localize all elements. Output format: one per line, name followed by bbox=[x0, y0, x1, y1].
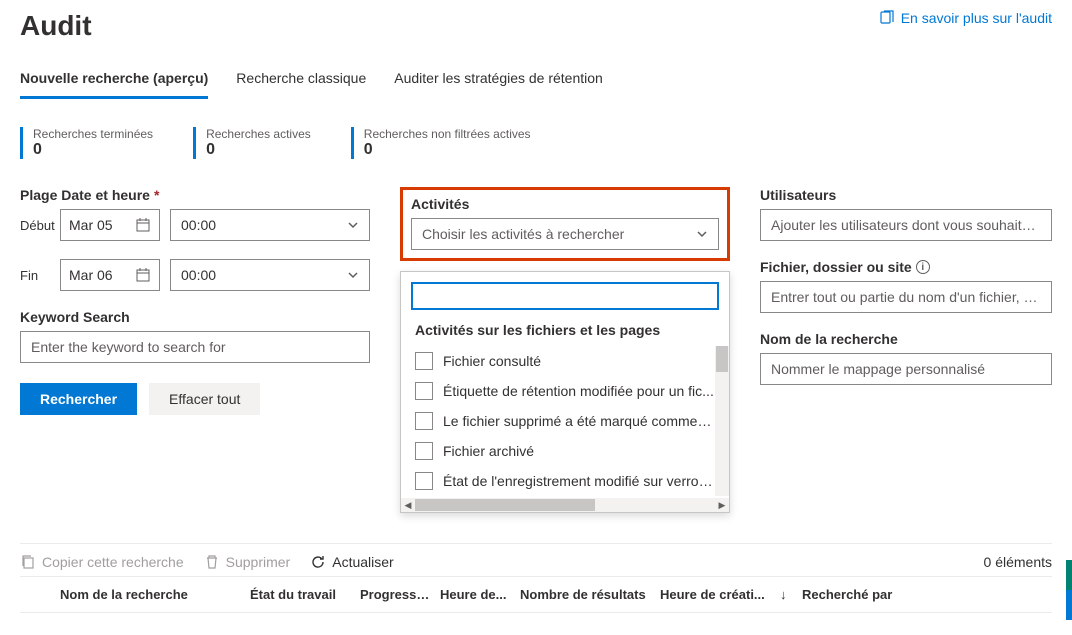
th-searched-by[interactable]: Recherché par bbox=[802, 587, 1052, 602]
activity-option[interactable]: Fichier archivé bbox=[415, 436, 715, 466]
activity-option[interactable]: État de l'enregistrement modifié sur ver… bbox=[415, 466, 715, 496]
item-count: 0 éléments bbox=[984, 554, 1052, 570]
feedback-tab[interactable] bbox=[1066, 560, 1072, 590]
search-name-label: Nom de la recherche bbox=[760, 331, 1052, 347]
calendar-icon bbox=[135, 217, 151, 233]
info-icon[interactable]: i bbox=[916, 260, 930, 274]
learn-icon bbox=[879, 10, 895, 26]
tab-retention[interactable]: Auditer les stratégies de rétention bbox=[394, 62, 603, 99]
stat-completed: Recherches terminées 0 bbox=[20, 127, 153, 159]
stat-active-value: 0 bbox=[206, 141, 311, 159]
learn-more-text: En savoir plus sur l'audit bbox=[901, 10, 1052, 26]
activity-option[interactable]: Le fichier supprimé a été marqué comme e… bbox=[415, 406, 715, 436]
tab-bar: Nouvelle recherche (aperçu) Recherche cl… bbox=[20, 62, 1052, 99]
checkbox[interactable] bbox=[415, 382, 433, 400]
stat-active: Recherches actives 0 bbox=[193, 127, 311, 159]
learn-more-link[interactable]: En savoir plus sur l'audit bbox=[879, 10, 1052, 26]
copy-search-button[interactable]: Copier cette recherche bbox=[20, 554, 184, 570]
refresh-icon bbox=[310, 554, 326, 570]
keyword-label: Keyword Search bbox=[20, 309, 370, 325]
file-input[interactable]: Entrer tout ou partie du nom d'un fichie… bbox=[760, 281, 1052, 313]
activities-filter-input[interactable] bbox=[411, 282, 719, 310]
end-time-input[interactable]: 00:00 bbox=[170, 259, 370, 291]
th-state[interactable]: État du travail bbox=[250, 587, 350, 602]
chevron-down-icon bbox=[347, 219, 359, 231]
th-created[interactable]: Heure de créati... bbox=[660, 587, 770, 602]
search-name-input[interactable] bbox=[760, 353, 1052, 385]
stat-completed-value: 0 bbox=[33, 141, 153, 159]
daterange-label: Plage Date et heure* bbox=[20, 187, 370, 203]
chevron-down-icon bbox=[347, 269, 359, 281]
activities-popup: Activités sur les fichiers et les pages … bbox=[400, 271, 730, 513]
delete-button[interactable]: Supprimer bbox=[204, 554, 291, 570]
scroll-left-icon[interactable]: ◀ bbox=[401, 498, 415, 512]
start-label: Début bbox=[20, 218, 50, 233]
table-header: Nom de la recherche État du travail Prog… bbox=[20, 576, 1052, 613]
copy-icon bbox=[20, 554, 36, 570]
trash-icon bbox=[204, 554, 220, 570]
stat-completed-label: Recherches terminées bbox=[33, 127, 153, 141]
end-date-input[interactable]: Mar 06 bbox=[60, 259, 160, 291]
clear-button[interactable]: Effacer tout bbox=[149, 383, 260, 415]
activities-label: Activités bbox=[411, 196, 719, 212]
activities-highlight: Activités Choisir les activités à recher… bbox=[400, 187, 730, 261]
th-results[interactable]: Nombre de résultats bbox=[520, 587, 650, 602]
calendar-icon bbox=[135, 267, 151, 283]
checkbox[interactable] bbox=[415, 442, 433, 460]
stat-unfiltered-value: 0 bbox=[364, 141, 531, 159]
sort-down-icon[interactable]: ↓ bbox=[780, 587, 792, 602]
stat-unfiltered: Recherches non filtrées actives 0 bbox=[351, 127, 531, 159]
vertical-scrollbar[interactable] bbox=[715, 346, 729, 496]
th-time[interactable]: Heure de... bbox=[440, 587, 510, 602]
feedback-tab-2[interactable] bbox=[1066, 590, 1072, 620]
activities-dropdown[interactable]: Choisir les activités à rechercher bbox=[411, 218, 719, 250]
start-time-input[interactable]: 00:00 bbox=[170, 209, 370, 241]
search-button[interactable]: Rechercher bbox=[20, 383, 137, 415]
scroll-right-icon[interactable]: ▶ bbox=[715, 498, 729, 512]
checkbox[interactable] bbox=[415, 472, 433, 490]
refresh-button[interactable]: Actualiser bbox=[310, 554, 393, 570]
keyword-input[interactable] bbox=[20, 331, 370, 363]
page-title: Audit bbox=[20, 10, 92, 42]
stat-unfiltered-label: Recherches non filtrées actives bbox=[364, 127, 531, 141]
chevron-down-icon bbox=[696, 228, 708, 240]
activity-option[interactable]: Fichier consulté bbox=[415, 346, 715, 376]
users-label: Utilisateurs bbox=[760, 187, 1052, 203]
activities-group-label: Activités sur les fichiers et les pages bbox=[401, 322, 729, 346]
file-label: Fichier, dossier ou site i bbox=[760, 259, 1052, 275]
th-name[interactable]: Nom de la recherche bbox=[60, 587, 240, 602]
tab-classic-search[interactable]: Recherche classique bbox=[236, 62, 366, 99]
th-progress[interactable]: Progressi... bbox=[360, 587, 430, 602]
end-label: Fin bbox=[20, 268, 50, 283]
checkbox[interactable] bbox=[415, 352, 433, 370]
tab-new-search[interactable]: Nouvelle recherche (aperçu) bbox=[20, 62, 208, 99]
users-input[interactable]: Ajouter les utilisateurs dont vous souha… bbox=[760, 209, 1052, 241]
stat-active-label: Recherches actives bbox=[206, 127, 311, 141]
checkbox[interactable] bbox=[415, 412, 433, 430]
start-date-input[interactable]: Mar 05 bbox=[60, 209, 160, 241]
horizontal-scrollbar[interactable]: ◀ ▶ bbox=[401, 498, 729, 512]
activity-option[interactable]: Étiquette de rétention modifiée pour un … bbox=[415, 376, 715, 406]
